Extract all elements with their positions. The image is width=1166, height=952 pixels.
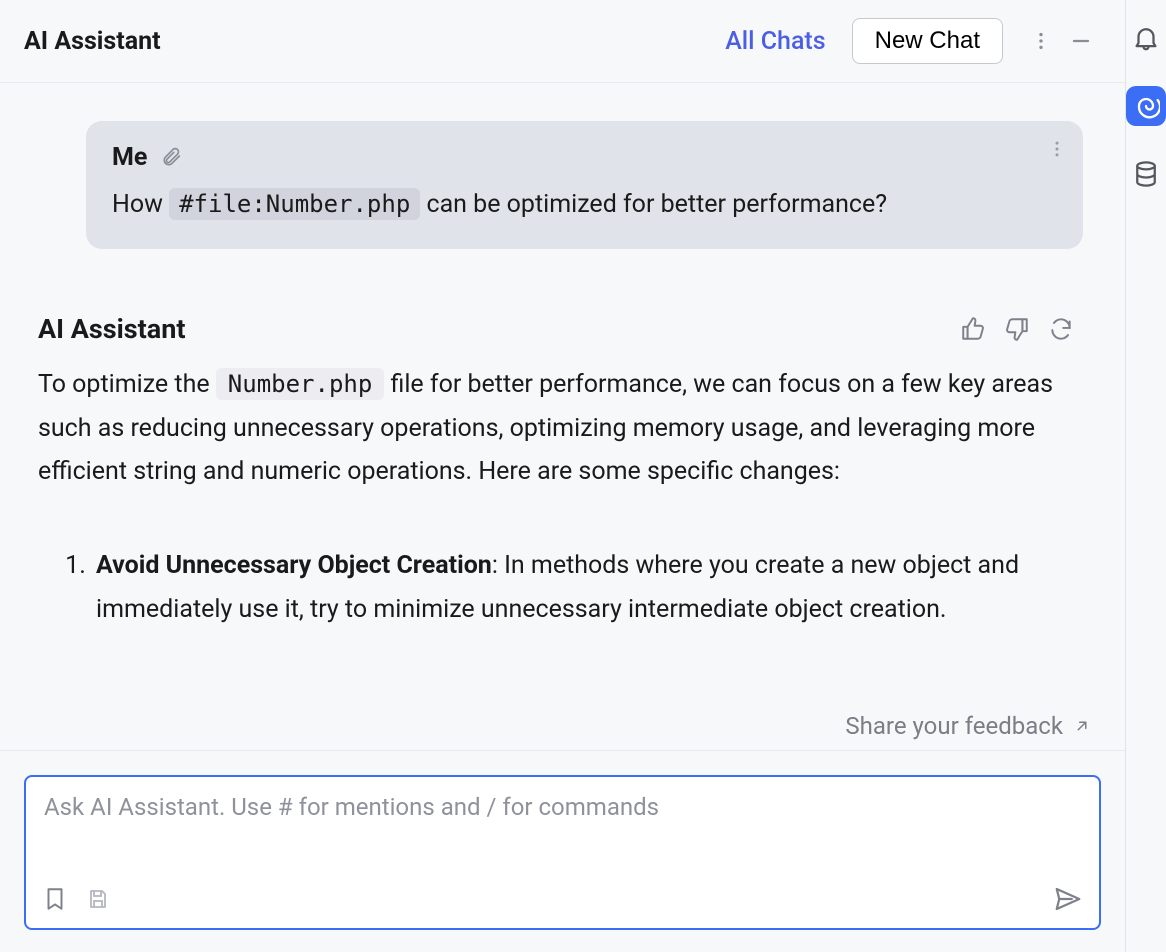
sender-label: Me [112, 143, 147, 172]
thumbs-up-icon [960, 316, 986, 342]
header: AI Assistant All Chats New Chat [0, 0, 1125, 83]
external-arrow-icon [1073, 717, 1091, 735]
right-sidebar [1126, 0, 1166, 952]
page-title: AI Assistant [24, 27, 161, 56]
file-mention-chip[interactable]: #file:Number.php [169, 188, 420, 220]
paperclip-icon [161, 145, 183, 167]
vertical-dots-icon [1030, 30, 1052, 52]
new-chat-button[interactable]: New Chat [852, 18, 1003, 64]
database-icon [1131, 159, 1161, 189]
vertical-dots-icon [1047, 139, 1067, 159]
assistant-label: AI Assistant [38, 313, 186, 345]
all-chats-link[interactable]: All Chats [725, 27, 825, 56]
share-feedback-link[interactable]: Share your feedback [845, 712, 1091, 740]
chat-input-box [24, 775, 1101, 930]
database-tab[interactable] [1126, 154, 1166, 194]
user-message: Me How #file:Number.php can be optimized… [86, 121, 1083, 249]
thumbs-down-icon [1004, 316, 1030, 342]
user-message-text: How #file:Number.php can be optimized fo… [112, 186, 1057, 225]
save-button[interactable] [86, 887, 110, 915]
thumbs-down-button[interactable] [995, 309, 1039, 349]
send-button[interactable] [1053, 884, 1083, 918]
send-icon [1053, 884, 1083, 914]
save-icon [86, 887, 110, 911]
assistant-message-text: To optimize the Number.php file for bett… [38, 363, 1083, 494]
chat-content: Me How #file:Number.php can be optimized… [0, 83, 1125, 750]
spiral-icon [1132, 92, 1160, 120]
bell-icon [1131, 23, 1161, 53]
inline-code: Number.php [216, 368, 385, 400]
list-item: Avoid Unnecessary Object Creation: In me… [92, 544, 1083, 632]
notifications-button[interactable] [1126, 18, 1166, 58]
message-menu-button[interactable] [1047, 139, 1067, 163]
attachment-button[interactable] [161, 145, 183, 171]
thumbs-up-button[interactable] [951, 309, 995, 349]
assistant-points-list: Avoid Unnecessary Object Creation: In me… [38, 544, 1083, 632]
bookmark-icon [42, 886, 68, 912]
refresh-icon [1048, 316, 1074, 342]
more-options-button[interactable] [1021, 21, 1061, 61]
minimize-button[interactable] [1061, 21, 1101, 61]
chat-input[interactable] [42, 791, 1083, 884]
bookmark-button[interactable] [42, 886, 68, 916]
assistant-message: AI Assistant [38, 309, 1083, 632]
ai-assistant-tab[interactable] [1126, 86, 1166, 126]
regenerate-button[interactable] [1039, 309, 1083, 349]
minimize-icon [1069, 29, 1093, 53]
input-area [0, 750, 1125, 952]
